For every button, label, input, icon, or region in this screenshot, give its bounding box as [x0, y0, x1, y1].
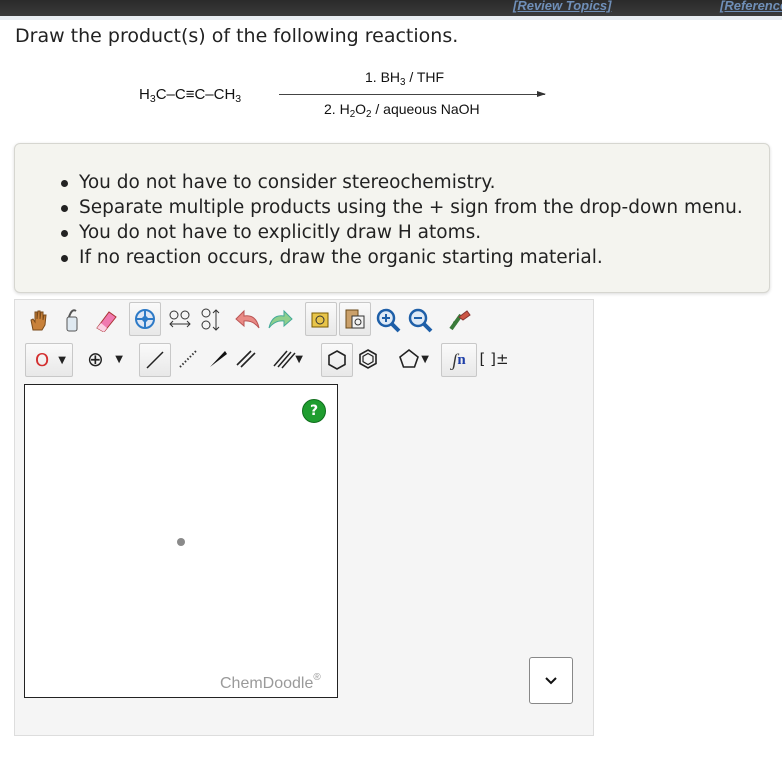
- cyclohexane-tool[interactable]: [321, 343, 353, 377]
- center-molecule-icon[interactable]: [129, 302, 161, 336]
- flip-vertical-icon[interactable]: [195, 304, 225, 336]
- instructions-list: You do not have to consider stereochemis…: [15, 170, 743, 270]
- wedge-bond-tool[interactable]: [203, 343, 233, 375]
- paste-icon[interactable]: [339, 302, 371, 336]
- chevron-down-icon: ▼: [115, 353, 123, 365]
- drawing-canvas[interactable]: ? ChemDoodle®: [24, 384, 338, 698]
- redo-icon[interactable]: [265, 304, 295, 336]
- review-topics-link[interactable]: [Review Topics]: [513, 0, 611, 13]
- flip-horizontal-icon[interactable]: [165, 304, 195, 336]
- atom-label: O: [35, 349, 50, 371]
- sgroup-repeat-tool[interactable]: ʃ n: [441, 343, 477, 377]
- copy-icon[interactable]: [305, 302, 337, 336]
- chevron-down-icon: [545, 676, 557, 684]
- lasso-tool-icon[interactable]: [57, 304, 87, 336]
- hashed-bond-tool[interactable]: [173, 343, 203, 375]
- canvas-marker-dot: [177, 538, 185, 546]
- zoom-in-icon[interactable]: [373, 304, 403, 336]
- chemdoodle-editor: O ▼ ⊕ ▼ ▼ ▼ ʃ n [ ]± ? ChemDoodle®: [14, 299, 594, 736]
- bracket-label: [ ]±: [479, 350, 509, 368]
- eraser-icon[interactable]: [91, 304, 121, 336]
- triple-bond-tool[interactable]: ▼: [261, 343, 309, 375]
- reaction-arrow: [279, 94, 545, 95]
- single-bond-tool[interactable]: [139, 343, 171, 377]
- benzene-tool[interactable]: [353, 343, 383, 375]
- cyclopentane-tool[interactable]: ▼: [385, 343, 433, 375]
- instruction-item: If no reaction occurs, draw the organic …: [61, 245, 743, 270]
- sgroup-label: n: [457, 351, 466, 368]
- instruction-item: You do not have to explicitly draw H ato…: [61, 220, 743, 245]
- atom-label-selector[interactable]: O ▼: [25, 343, 73, 377]
- reagent-step-1: 1. BH3 / THF: [365, 69, 445, 88]
- chevron-down-icon: ▼: [421, 353, 429, 365]
- reagent-step-2: 2. H2O2 / aqueous NaOH: [324, 101, 480, 120]
- top-nav-bar: [Review Topics] [References]: [0, 0, 782, 16]
- bracket-charge-tool[interactable]: [ ]±: [477, 343, 511, 375]
- instructions-box: You do not have to consider stereochemis…: [14, 143, 770, 293]
- reactant-formula: H3C–C≡C–CH3: [139, 86, 242, 105]
- header-divider: [0, 16, 782, 20]
- clean-structure-icon[interactable]: [445, 304, 475, 336]
- double-bond-tool[interactable]: [231, 343, 261, 375]
- question-prompt: Draw the product(s) of the following rea…: [15, 25, 459, 47]
- reaction-arrowhead: [537, 91, 546, 97]
- undo-icon[interactable]: [233, 304, 263, 336]
- charge-selector[interactable]: ⊕ ▼: [81, 343, 127, 375]
- zoom-out-icon[interactable]: [405, 304, 435, 336]
- registered-mark: ®: [313, 672, 321, 683]
- chemdoodle-brand: ChemDoodle: [220, 675, 314, 692]
- product-separator-dropdown[interactable]: [529, 657, 573, 704]
- chemdoodle-watermark: ChemDoodle®: [220, 672, 321, 693]
- chevron-down-icon: ▼: [58, 354, 66, 366]
- instruction-item: Separate multiple products using the + s…: [61, 197, 743, 218]
- chevron-down-icon: ▼: [295, 353, 303, 365]
- charge-plus-icon: ⊕: [87, 347, 104, 371]
- hand-tool-icon[interactable]: [23, 304, 53, 336]
- help-button[interactable]: ?: [302, 399, 326, 423]
- references-link[interactable]: [References]: [720, 0, 782, 13]
- instruction-item: You do not have to consider stereochemis…: [61, 170, 743, 195]
